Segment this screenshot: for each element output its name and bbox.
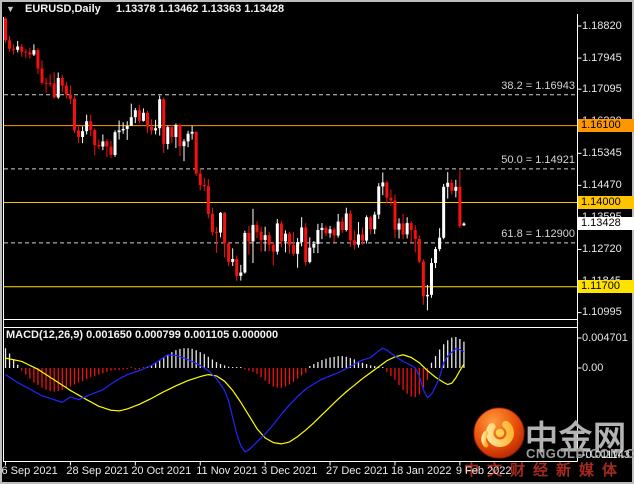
trading-chart-window: 中金网 CNGOLD.COM.CN 中文财经新媒体 ▼ EURUSD,Daily… [0,0,634,484]
cngold-logo-icon [473,407,525,459]
watermark-tagline: 中文财经新媒体 [464,462,626,479]
